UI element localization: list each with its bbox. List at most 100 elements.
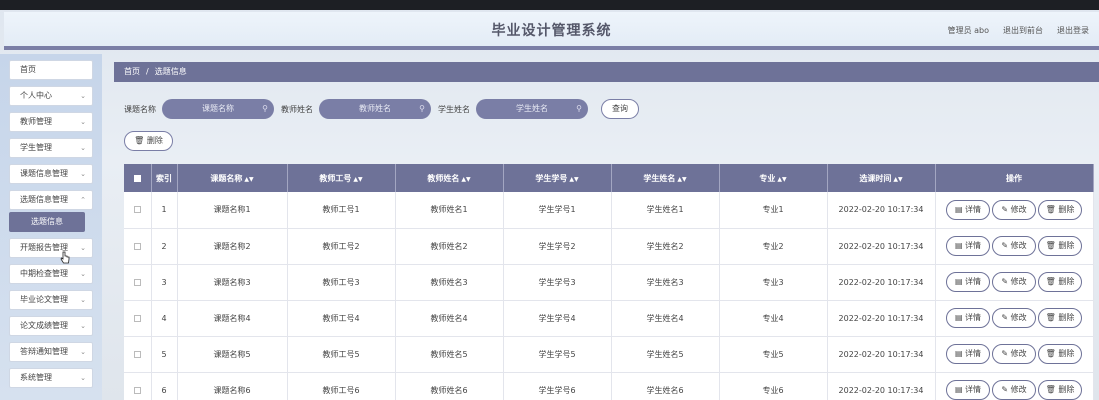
table-cell-tid: 教师工号1 — [287, 192, 396, 229]
query-button[interactable]: 查询 — [601, 99, 639, 119]
bulk-delete-button[interactable]: 🗑 删除 — [124, 131, 173, 151]
column-header-major[interactable]: 专业 ▲▼ — [719, 164, 828, 192]
detail-button[interactable]: ▤ 详情 — [946, 308, 990, 328]
detail-button[interactable]: ▤ 详情 — [946, 199, 990, 220]
chevron-down-icon: ⌄ — [80, 92, 86, 100]
edit-button[interactable]: ✎ 修改 — [992, 308, 1036, 328]
row-actions: ▤ 详情 ✎ 修改 🗑 删除 — [935, 264, 1094, 301]
table-row: 4 课题名称4 教师工号4 教师姓名4 学生学号4 学生姓名4 专业4 2022-02-20 … — [124, 300, 1094, 337]
chevron-down-icon: ⌄ — [80, 322, 86, 330]
table-cell-major: 专业5 — [719, 336, 828, 373]
row-checkbox[interactable] — [133, 278, 141, 286]
row-checkbox[interactable] — [133, 314, 141, 322]
delete-button[interactable]: 🗑 删除 — [1038, 236, 1082, 256]
table-cell-sid: 学生学号1 — [503, 192, 612, 229]
sidebar-item-thesis-management[interactable]: 毕业论文管理 ⌄ — [9, 290, 93, 310]
column-header-selection-time[interactable]: 选课时间 ▲▼ — [827, 164, 936, 192]
row-checkbox[interactable] — [133, 242, 141, 250]
sort-icon: ▲▼ — [569, 175, 579, 183]
sidebar-item-defense-notice[interactable]: 答辩通知管理 ⌄ — [9, 342, 93, 362]
column-header-topic[interactable]: 课题名称 ▲▼ — [177, 164, 288, 192]
table-row: 3 课题名称3 教师工号3 教师姓名3 学生学号3 学生姓名3 专业3 2022-02-20 … — [124, 264, 1094, 301]
table-cell-sid: 学生学号4 — [503, 300, 612, 337]
column-header-index: 索引 — [151, 164, 178, 192]
sidebar-item-system-management[interactable]: 系统管理 ⌄ — [9, 368, 93, 388]
table-cell-idx: 6 — [151, 372, 178, 400]
detail-button[interactable]: ▤ 详情 — [946, 236, 990, 256]
table-row: 5 课题名称5 教师工号5 教师姓名5 学生学号5 学生姓名5 专业5 2022-02-20 … — [124, 336, 1094, 373]
logout-link[interactable]: 退出登录 — [1057, 25, 1089, 36]
detail-label: 详情 — [965, 277, 982, 286]
detail-label: 详情 — [965, 313, 982, 322]
sidebar-item-selection-management[interactable]: 选题信息管理 ⌃ — [9, 190, 93, 210]
sidebar-item-proposal-management[interactable]: 开题报告管理 ⌄ — [9, 238, 93, 258]
row-checkbox[interactable] — [133, 206, 141, 214]
column-header-label: 选课时间 — [859, 173, 892, 183]
column-header-teacher-name[interactable]: 教师姓名 ▲▼ — [395, 164, 504, 192]
edit-label: 修改 — [1010, 385, 1027, 394]
hand-cursor-icon — [60, 251, 70, 264]
table-cell-sname: 学生姓名4 — [611, 300, 720, 337]
pencil-icon: ✎ — [1001, 349, 1009, 358]
sidebar-item-midterm-management[interactable]: 中期检查管理 ⌄ — [9, 264, 93, 284]
column-header-student-id[interactable]: 学生学号 ▲▼ — [503, 164, 612, 192]
topic-search-label: 课题名称 — [124, 104, 156, 114]
table-cell-tid: 教师工号6 — [287, 372, 396, 400]
delete-label: 删除 — [1058, 313, 1075, 322]
chevron-down-icon: ⌄ — [80, 374, 86, 382]
sidebar-item-teacher-management[interactable]: 教师管理 ⌄ — [9, 112, 93, 132]
edit-label: 修改 — [1010, 349, 1027, 358]
column-header-student-name[interactable]: 学生姓名 ▲▼ — [611, 164, 720, 192]
edit-button[interactable]: ✎ 修改 — [992, 272, 1036, 292]
delete-label: 删除 — [1058, 385, 1075, 394]
select-all-checkbox[interactable] — [133, 174, 141, 182]
detail-button[interactable]: ▤ 详情 — [946, 344, 990, 364]
table-cell-major: 专业3 — [719, 264, 828, 301]
teacher-search-label: 教师姓名 — [281, 104, 313, 114]
column-header-teacher-id[interactable]: 教师工号 ▲▼ — [287, 164, 396, 192]
delete-button[interactable]: 🗑 删除 — [1038, 344, 1082, 364]
sidebar-item-grade-management[interactable]: 论文成绩管理 ⌄ — [9, 316, 93, 336]
table-cell-sname: 学生姓名6 — [611, 372, 720, 400]
student-search-label: 学生姓名 — [438, 104, 470, 114]
table-cell-idx: 3 — [151, 264, 178, 301]
table-cell-time: 2022-02-20 10:17:34 — [827, 300, 936, 337]
delete-button[interactable]: 🗑 删除 — [1038, 272, 1082, 292]
edit-button[interactable]: ✎ 修改 — [992, 199, 1036, 220]
sidebar-item-home[interactable]: 首页 — [9, 60, 93, 80]
delete-button[interactable]: 🗑 删除 — [1038, 308, 1082, 328]
detail-button[interactable]: ▤ 详情 — [946, 272, 990, 292]
sidebar-item-personal-center[interactable]: 个人中心 ⌄ — [9, 86, 93, 106]
breadcrumb-home[interactable]: 首页 — [124, 67, 140, 76]
row-checkbox[interactable] — [133, 386, 141, 394]
row-checkbox[interactable] — [133, 350, 141, 358]
edit-button[interactable]: ✎ 修改 — [992, 380, 1036, 400]
edit-button[interactable]: ✎ 修改 — [992, 344, 1036, 364]
pencil-icon: ✎ — [1001, 277, 1009, 286]
chevron-down-icon: ⌄ — [80, 348, 86, 356]
table-cell-time: 2022-02-20 10:17:34 — [827, 192, 936, 229]
trash-icon: 🗑 — [1045, 385, 1056, 394]
column-header-label: 课题名称 — [210, 173, 243, 183]
delete-button[interactable]: 🗑 删除 — [1038, 199, 1082, 220]
detail-button[interactable]: ▤ 详情 — [946, 380, 990, 400]
delete-button[interactable]: 🗑 删除 — [1038, 380, 1082, 400]
row-actions: ▤ 详情 ✎ 修改 🗑 删除 — [935, 336, 1094, 373]
table-cell-time: 2022-02-20 10:17:34 — [827, 264, 936, 301]
edit-button[interactable]: ✎ 修改 — [992, 236, 1036, 256]
exit-to-front-link[interactable]: 退出到前台 — [1003, 25, 1043, 36]
sidebar-item-topic-management[interactable]: 课题信息管理 ⌄ — [9, 164, 93, 184]
sidebar-subitem-selection-info[interactable]: 选题信息 — [9, 212, 85, 232]
sidebar-item-student-management[interactable]: 学生管理 ⌄ — [9, 138, 93, 158]
student-search-input[interactable]: 学生姓名 ⚲ — [476, 99, 588, 119]
table-cell-sname: 学生姓名5 — [611, 336, 720, 373]
breadcrumb-current: 选题信息 — [154, 67, 187, 76]
table-cell-topic: 课题名称1 — [177, 192, 288, 229]
topic-search-input[interactable]: 课题名称 ⚲ — [162, 99, 274, 119]
student-search-placeholder: 学生姓名 — [516, 104, 548, 113]
app-title: 毕业设计管理系统 — [491, 23, 612, 39]
teacher-search-input[interactable]: 教师姓名 ⚲ — [319, 99, 431, 119]
sidebar-item-label: 中期检查管理 — [20, 269, 68, 278]
detail-label: 详情 — [965, 204, 982, 214]
trash-icon: 🗑 — [1045, 349, 1056, 358]
